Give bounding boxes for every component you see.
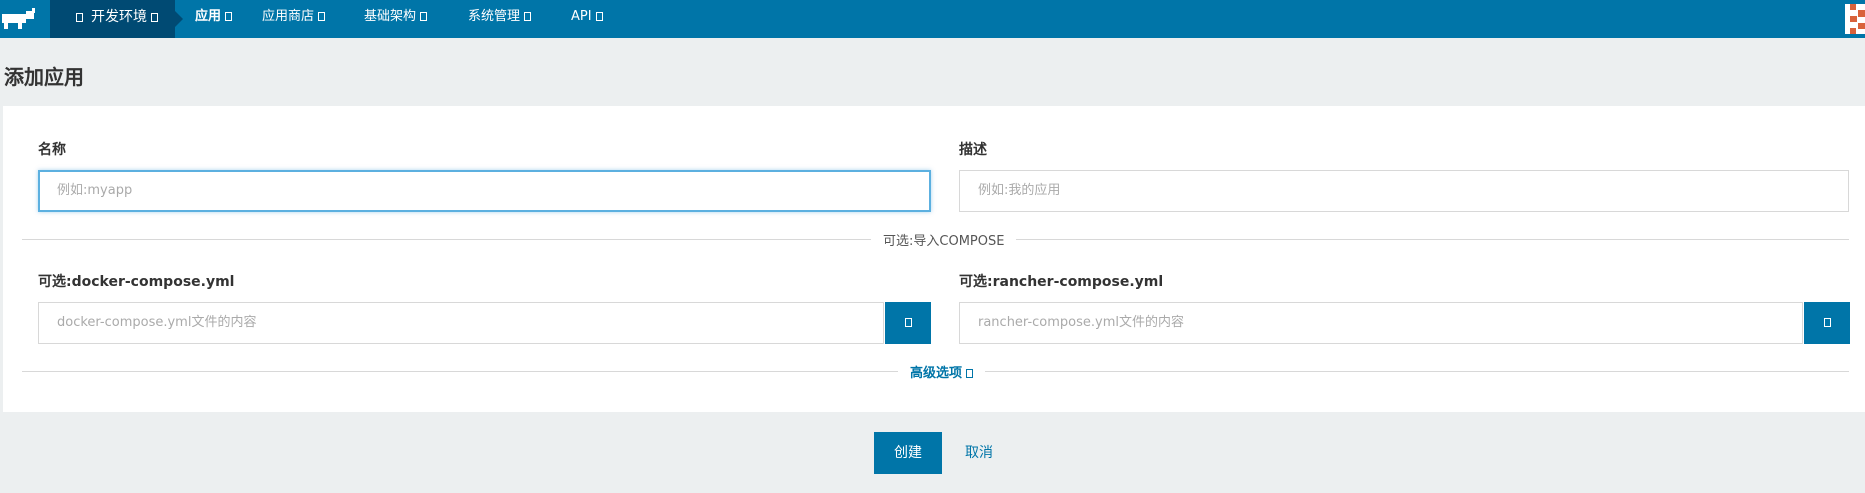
nav-item-label: 应用 (195, 9, 222, 24)
chevron-down-icon (966, 369, 974, 378)
environment-switcher[interactable]: 开发环境 (50, 0, 183, 38)
nav-item-admin[interactable]: 系统管理 (468, 0, 532, 34)
upload-icon (904, 318, 912, 327)
compose-divider-label: 可选:导入COMPOSE (871, 230, 1017, 249)
rancher-compose-upload-button[interactable] (1804, 302, 1850, 344)
top-nav: 开发环境 应用 应用商店 基础架构 系统管理 API (0, 0, 1865, 38)
add-stack-form: 名称 例如:myapp 描述 例如:我的应用 可选:导入COMPOSE 可选:d… (3, 106, 1865, 412)
name-input[interactable]: 例如:myapp (38, 170, 931, 212)
nav-item-label: 基础架构 (364, 9, 417, 24)
user-avatar[interactable] (1845, 4, 1865, 34)
environment-arrow (175, 11, 183, 27)
description-input[interactable]: 例如:我的应用 (959, 170, 1849, 212)
cancel-button[interactable]: 取消 (956, 432, 1002, 474)
page-title: 添加应用 (4, 65, 84, 89)
rancher-compose-placeholder: rancher-compose.yml文件的内容 (978, 315, 1184, 330)
rancher-compose-input[interactable]: rancher-compose.yml文件的内容 (959, 302, 1803, 344)
advanced-options-toggle[interactable]: 高级选项 (898, 362, 986, 381)
name-placeholder: 例如:myapp (57, 183, 133, 198)
advanced-options-label: 高级选项 (910, 366, 963, 381)
nav-item-label: API (571, 9, 592, 24)
chevron-down-icon (595, 12, 603, 21)
description-placeholder: 例如:我的应用 (978, 183, 1061, 198)
nav-item-label: 系统管理 (468, 9, 521, 24)
create-button[interactable]: 创建 (874, 432, 942, 474)
chevron-down-icon (420, 12, 428, 21)
upload-icon (1823, 318, 1831, 327)
description-label: 描述 (959, 142, 987, 158)
docker-compose-label: 可选:docker-compose.yml (38, 274, 235, 290)
chevron-down-icon (151, 13, 158, 22)
rancher-compose-label: 可选:rancher-compose.yml (959, 274, 1164, 290)
nav-item-apps[interactable]: 应用 (195, 0, 233, 34)
docker-compose-placeholder: docker-compose.yml文件的内容 (57, 315, 257, 330)
rancher-logo-icon[interactable] (0, 0, 50, 38)
nav-item-catalog[interactable]: 应用商店 (262, 0, 326, 34)
nav-item-infrastructure[interactable]: 基础架构 (364, 0, 428, 34)
name-label: 名称 (38, 142, 66, 158)
nav-item-api[interactable]: API (571, 0, 603, 34)
docker-compose-upload-button[interactable] (885, 302, 931, 344)
chevron-down-icon (524, 12, 532, 21)
environment-label: 开发环境 (91, 9, 147, 25)
chevron-down-icon (318, 12, 326, 21)
nav-item-label: 应用商店 (262, 9, 315, 24)
docker-compose-input[interactable]: docker-compose.yml文件的内容 (38, 302, 884, 344)
chevron-down-icon (225, 12, 233, 21)
environment-icon (76, 13, 83, 22)
